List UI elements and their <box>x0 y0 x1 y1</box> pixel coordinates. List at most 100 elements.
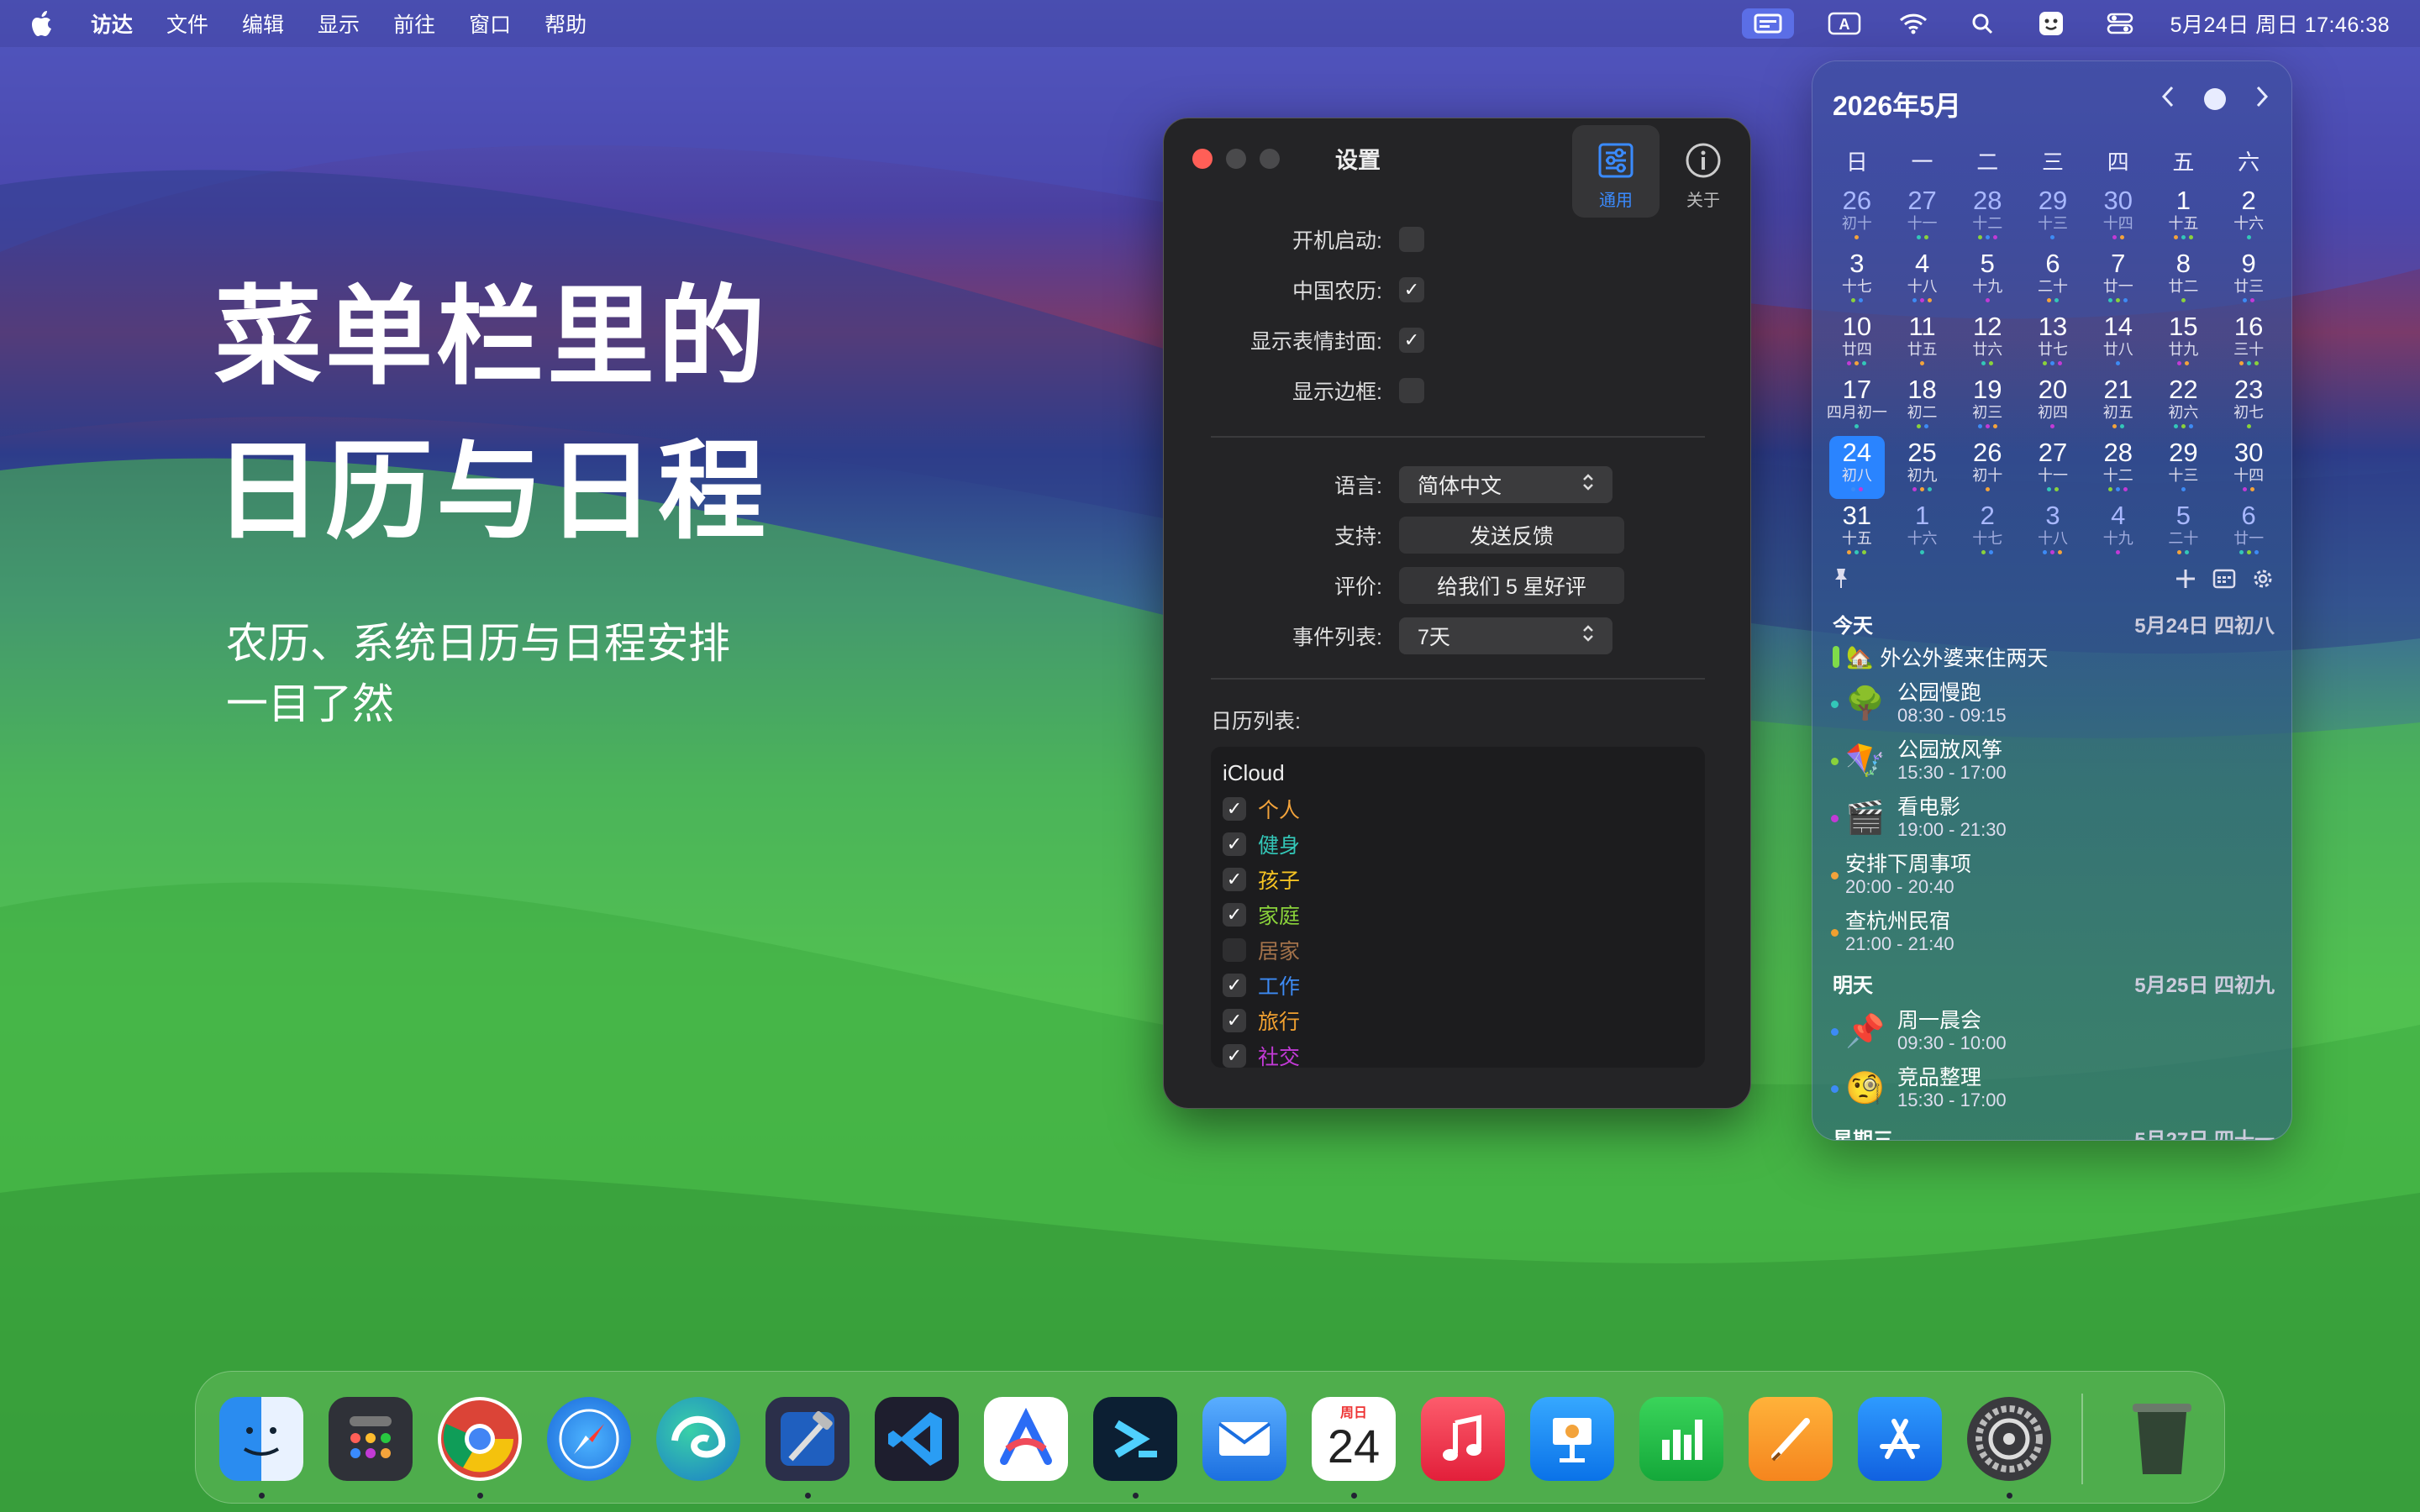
app-store-icon[interactable] <box>1858 1397 1942 1481</box>
show-border-checkbox[interactable] <box>1399 378 1424 403</box>
calendar-day[interactable]: 16 三十 <box>2216 310 2281 373</box>
calendar-day[interactable]: 23 初七 <box>2216 373 2281 436</box>
launch-at-login-checkbox[interactable] <box>1399 227 1424 252</box>
menu-go[interactable]: 前往 <box>393 8 435 39</box>
event-item[interactable]: 安排下周事项 20:00 - 20:40 <box>1812 847 2291 904</box>
zoom-button[interactable] <box>1260 149 1280 169</box>
chevron-right-icon[interactable] <box>2254 85 2270 113</box>
calendar-checkbox[interactable]: ✓ <box>1223 832 1246 856</box>
calendar-list-item[interactable]: ✓ 家庭 <box>1223 897 1693 932</box>
event-item[interactable]: 📌 周一晨会 09:30 - 10:00 <box>1812 1003 2291 1060</box>
calendar-day[interactable]: 12 廿六 <box>1954 310 2020 373</box>
pages-icon[interactable] <box>1749 1397 1833 1481</box>
calendar-day[interactable]: 11 廿五 <box>1890 310 1955 373</box>
chevron-left-icon[interactable] <box>2160 85 2175 113</box>
finder-icon[interactable] <box>219 1397 303 1481</box>
calendar-day[interactable]: 9 廿三 <box>2216 247 2281 310</box>
calendar-list-item[interactable]: ✓ 个人 <box>1223 791 1693 827</box>
event-item[interactable]: 查杭州民宿 21:00 - 21:40 <box>1812 904 2291 961</box>
calendar-day[interactable]: 30 十四 <box>2086 184 2151 247</box>
arc-browser-icon[interactable] <box>984 1397 1068 1481</box>
calendar-day-today[interactable]: 24 初八 <box>1829 436 1885 499</box>
calendar-day[interactable]: 15 廿九 <box>2151 310 2217 373</box>
menu-window[interactable]: 窗口 <box>469 8 511 39</box>
menu-help[interactable]: 帮助 <box>544 8 587 39</box>
event-item[interactable]: 🧐 竞品整理 15:30 - 17:00 <box>1812 1060 2291 1117</box>
calendar-checkbox[interactable]: ✓ <box>1223 1044 1246 1068</box>
close-button[interactable] <box>1192 149 1213 169</box>
calendar-checkbox[interactable]: ✓ <box>1223 974 1246 997</box>
all-day-event[interactable]: 🏡 外公外婆来住两天 <box>1812 638 2291 675</box>
music-icon[interactable] <box>1421 1397 1505 1481</box>
calendar-day[interactable]: 30 十四 <box>2216 436 2281 499</box>
calendar-day[interactable]: 28 十二 <box>2086 436 2151 499</box>
menu-view[interactable]: 显示 <box>318 8 360 39</box>
calendar-day[interactable]: 13 廿七 <box>2020 310 2086 373</box>
rate-five-star-button[interactable]: 给我们 5 星好评 <box>1399 567 1624 604</box>
today-dot-button[interactable] <box>2204 87 2226 110</box>
gear-icon[interactable] <box>2251 567 2275 595</box>
calendar-day[interactable]: 6 二十 <box>2020 247 2086 310</box>
calendar-list-item[interactable]: ✓ 社交 <box>1223 1038 1693 1068</box>
emoji-face-menubar-icon[interactable] <box>2033 8 2070 39</box>
plus-icon[interactable] <box>2174 567 2197 595</box>
calendar-day[interactable]: 19 初三 <box>1954 373 2020 436</box>
trash-icon[interactable] <box>2120 1397 2204 1481</box>
calendar-day[interactable]: 6 廿一 <box>2216 499 2281 562</box>
calendar-day[interactable]: 3 十七 <box>1824 247 1890 310</box>
menu-edit[interactable]: 编辑 <box>242 8 284 39</box>
calendar-day[interactable]: 26 初十 <box>1954 436 2020 499</box>
calendar-dock-icon[interactable]: 周日 24 <box>1312 1397 1396 1481</box>
wifi-icon[interactable] <box>1895 8 1932 39</box>
calendar-day[interactable]: 31 十五 <box>1824 499 1890 562</box>
chrome-icon[interactable] <box>438 1397 522 1481</box>
input-method-icon[interactable]: A <box>1826 8 1863 39</box>
calendar-day[interactable]: 14 廿八 <box>2086 310 2151 373</box>
calendar-day[interactable]: 10 廿四 <box>1824 310 1890 373</box>
calendar-list-item[interactable]: ✓ 工作 <box>1223 968 1693 1003</box>
calendar-day[interactable]: 25 初九 <box>1890 436 1955 499</box>
safari-icon[interactable] <box>547 1397 631 1481</box>
prompt-app-icon[interactable] <box>1093 1397 1177 1481</box>
search-icon[interactable] <box>1964 8 2001 39</box>
minimize-button[interactable] <box>1226 149 1246 169</box>
tab-general[interactable]: 通用 <box>1572 125 1660 218</box>
calendar-day[interactable]: 17 四月初一 <box>1824 373 1890 436</box>
calendar-day[interactable]: 18 初二 <box>1890 373 1955 436</box>
calendar-list-item[interactable]: ✓ 孩子 <box>1223 862 1693 897</box>
tab-about[interactable]: 关于 <box>1660 125 1747 218</box>
calendar-day[interactable]: 5 十九 <box>1954 247 2020 310</box>
launchpad-icon[interactable] <box>329 1397 413 1481</box>
calendar-day[interactable]: 29 十三 <box>2151 436 2217 499</box>
calendar-app-icon[interactable] <box>2212 568 2236 594</box>
calendar-day[interactable]: 2 十七 <box>1954 499 2020 562</box>
calendar-checkbox[interactable] <box>1223 938 1246 962</box>
menu-file[interactable]: 文件 <box>166 8 208 39</box>
calendar-day[interactable]: 21 初五 <box>2086 373 2151 436</box>
calendar-day[interactable]: 3 十八 <box>2020 499 2086 562</box>
calendar-day[interactable]: 1 十五 <box>2151 184 2217 247</box>
calendar-day[interactable]: 7 廿一 <box>2086 247 2151 310</box>
calendar-day[interactable]: 22 初六 <box>2151 373 2217 436</box>
calendar-day[interactable]: 8 廿二 <box>2151 247 2217 310</box>
calendar-day[interactable]: 27 十一 <box>1890 184 1955 247</box>
vscode-icon[interactable] <box>875 1397 959 1481</box>
mail-icon[interactable] <box>1202 1397 1286 1481</box>
event-item[interactable]: 🌳 公园慢跑 08:30 - 09:15 <box>1812 675 2291 732</box>
menu-finder[interactable]: 访达 <box>91 8 133 39</box>
event-list-select[interactable]: 7天 <box>1399 617 1612 654</box>
calendar-list-item[interactable]: ✓ 旅行 <box>1223 1003 1693 1038</box>
menubar-clock[interactable]: 5月24日 周日 17:46:38 <box>2170 8 2390 39</box>
calendar-day[interactable]: 20 初四 <box>2020 373 2086 436</box>
event-item[interactable]: 🪁 公园放风筝 15:30 - 17:00 <box>1812 732 2291 790</box>
calendar-list-item[interactable]: ✓ 健身 <box>1223 827 1693 862</box>
calendar-day[interactable]: 2 十六 <box>2216 184 2281 247</box>
calendar-day[interactable]: 1 十六 <box>1890 499 1955 562</box>
emoji-cover-checkbox[interactable]: ✓ <box>1399 328 1424 353</box>
lunar-checkbox[interactable]: ✓ <box>1399 277 1424 302</box>
edge-icon[interactable] <box>656 1397 740 1481</box>
calendar-day[interactable]: 28 十二 <box>1954 184 2020 247</box>
apple-menu-icon[interactable] <box>30 11 55 36</box>
calendar-day[interactable]: 29 十三 <box>2020 184 2086 247</box>
event-item[interactable]: 🎬 看电影 19:00 - 21:30 <box>1812 790 2291 847</box>
